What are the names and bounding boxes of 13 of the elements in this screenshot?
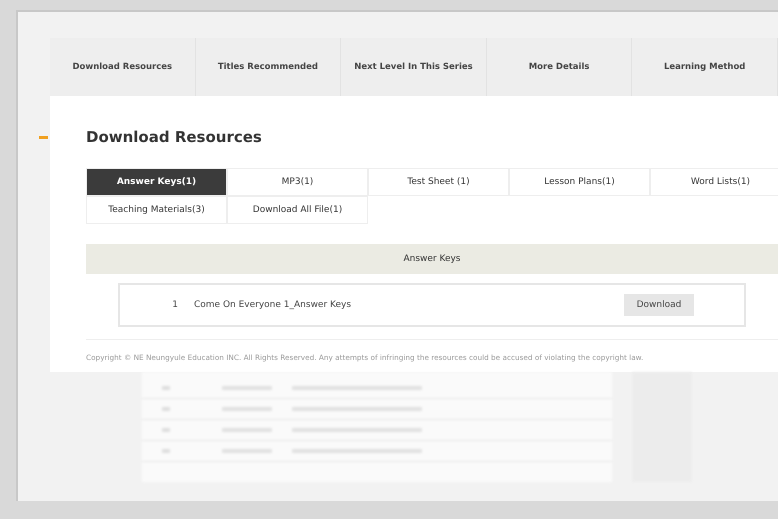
file-name: Come On Everyone 1_Answer Keys (194, 300, 352, 310)
file-number: 1 (171, 300, 178, 310)
resource-tab[interactable]: Lesson Plans(1) (509, 168, 650, 196)
resource-tab[interactable]: Word Lists(1) (650, 168, 778, 196)
resource-tab[interactable]: Test Sheet (1) (368, 168, 509, 196)
resource-tab[interactable]: Teaching Materials(3) (86, 196, 227, 224)
panel-title: Answer Keys (403, 254, 460, 264)
section-title: Download Resources (86, 128, 262, 146)
resource-tab[interactable]: Answer Keys(1) (86, 168, 227, 196)
download-button[interactable]: Download (624, 294, 694, 316)
resource-tab[interactable]: Download All File(1) (227, 196, 368, 224)
dash-icon (39, 136, 48, 138)
resource-tab[interactable]: MP3(1) (227, 168, 368, 196)
